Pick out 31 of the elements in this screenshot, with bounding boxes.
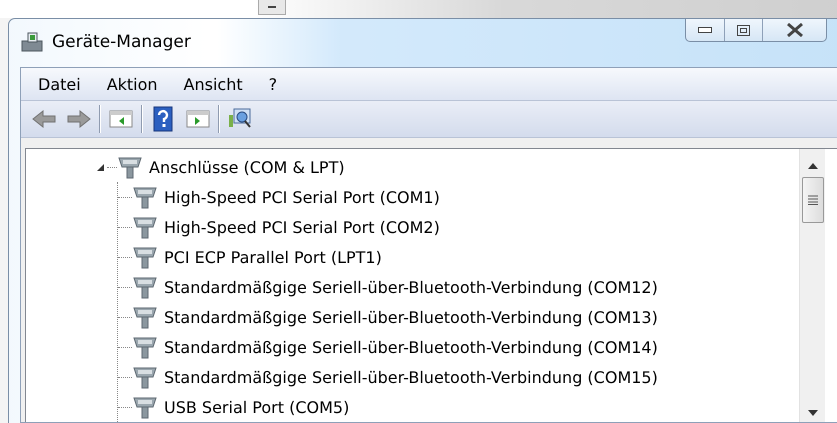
restore-icon (737, 24, 750, 36)
close-icon (786, 23, 804, 37)
scroll-thumb[interactable] (802, 177, 824, 223)
tree-item[interactable]: High-Speed PCI Serial Port (COM1) (164, 188, 440, 206)
device-manager-icon (20, 31, 44, 53)
tree-item[interactable]: Standardmäßgige Seriell-über-Bluetooth-Verbindung (COM15) (164, 368, 658, 386)
forward-arrow-icon (66, 109, 92, 129)
tree-item[interactable]: Standardmäßgige Seriell-über-Bluetooth-Verbindung (COM13) (164, 308, 658, 326)
scroll-down-icon[interactable] (808, 410, 818, 416)
minimize-icon (268, 6, 276, 8)
menu-item[interactable]: ? (256, 70, 290, 98)
tree-item[interactable]: PCI ECP Parallel Port (LPT1) (164, 248, 382, 266)
minimize-button[interactable] (258, 0, 286, 15)
scrollbar[interactable] (799, 149, 825, 422)
pane-icon (186, 109, 210, 129)
menu-item[interactable]: Aktion (94, 70, 171, 98)
pane-icon (109, 109, 133, 129)
tree-item[interactable]: Standardmäßgige Seriell-über-Bluetooth-Verbindung (COM12) (164, 278, 658, 296)
tree-item[interactable]: USB Serial Port (COM5) (164, 398, 350, 416)
expanded-icon[interactable] (96, 162, 105, 172)
tree-item[interactable]: Standardmäßgige Seriell-über-Bluetooth-Verbindung (COM14) (164, 338, 658, 356)
scroll-up-icon[interactable] (808, 163, 818, 169)
menu-item[interactable]: Ansicht (170, 70, 256, 98)
minimize-icon (698, 27, 712, 33)
help-icon (153, 106, 173, 132)
back-arrow-icon (31, 109, 57, 129)
grip-icon (808, 195, 818, 205)
tree-item[interactable]: Anschlüsse (COM & LPT) (149, 158, 345, 176)
window-title: Geräte-Manager (52, 32, 191, 52)
menu-item[interactable]: Datei (25, 70, 94, 98)
tree-item[interactable]: High-Speed PCI Serial Port (COM2) (164, 218, 440, 236)
